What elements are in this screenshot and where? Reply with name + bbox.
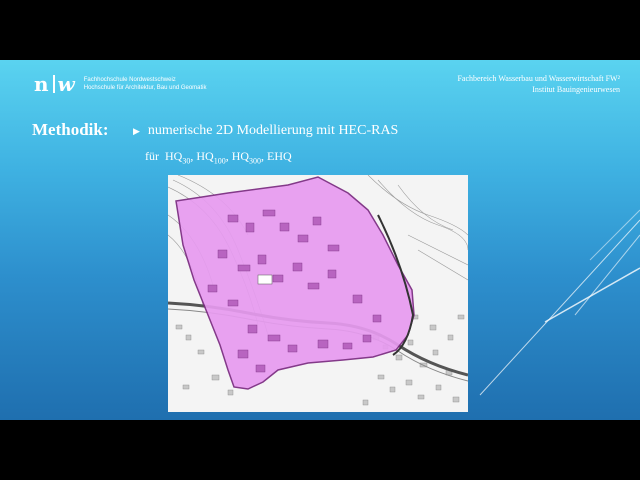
- flood-map: [168, 175, 468, 412]
- school-faculty: Hochschule für Architektur, Bau und Geom…: [83, 85, 207, 91]
- logo-text: Fachhochschule Nordwestschweiz Hochschul…: [84, 76, 207, 92]
- fhnw-logo: nw Fachhochschule Nordwestschweiz Hochsc…: [34, 72, 207, 96]
- letterbox-bottom: [0, 420, 640, 480]
- bullet-text: numerische 2D Modellierung mit HEC-RAS: [147, 123, 399, 138]
- institute-name: Institut Bauingenieurwesen: [532, 85, 620, 94]
- logo-mark-w: w: [57, 72, 76, 96]
- hq-item-3: EHQ: [267, 149, 292, 163]
- department-info: Fachbereich Wasserbau und Wasserwirtscha…: [457, 73, 620, 95]
- school-name: Fachhochschule Nordwestschweiz: [83, 77, 176, 83]
- flood-map-image: [168, 175, 468, 412]
- logo-mark-n: n: [34, 72, 50, 96]
- bullet-arrow-icon: ▶: [133, 125, 140, 136]
- slide-heading: Methodik:: [32, 120, 109, 139]
- hq-item-2: HQ300,: [231, 149, 265, 166]
- hq-prefix: für: [145, 149, 159, 163]
- bullet-item: ▶ numerische 2D Modellierung mit HEC-RAS: [133, 123, 398, 139]
- letterbox-top: [0, 0, 640, 60]
- logo-mark: nw: [34, 72, 76, 96]
- slide: nw Fachhochschule Nordwestschweiz Hochsc…: [0, 60, 640, 420]
- hq-item-1: HQ100,: [196, 149, 229, 166]
- return-periods: für HQ30, HQ100, HQ300, EHQ: [145, 149, 292, 165]
- department-name: Fachbereich Wasserbau und Wasserwirtscha…: [457, 74, 620, 83]
- hq-item-0: HQ30,: [165, 149, 194, 166]
